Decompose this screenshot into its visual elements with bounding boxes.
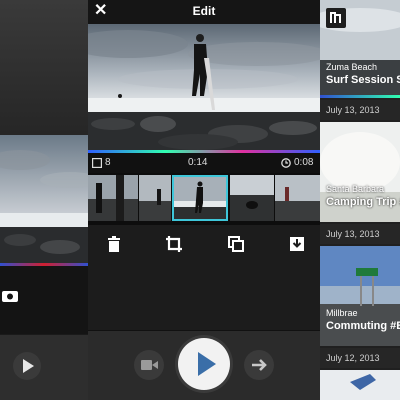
play-icon[interactable] xyxy=(12,351,42,381)
left-preview-image xyxy=(0,135,88,265)
feed-card[interactable] xyxy=(320,370,400,400)
camera-swap-icon[interactable] xyxy=(0,288,22,304)
clip-thumbnail[interactable] xyxy=(88,175,138,221)
card-title: Commuting #B xyxy=(326,320,400,332)
crop-icon[interactable] xyxy=(164,234,184,254)
card-title: Surf Session Su xyxy=(326,74,400,86)
timeline-info-bar: 8 0:14 0:08 xyxy=(88,153,320,173)
left-rocks-area xyxy=(0,266,88,334)
clips-icon xyxy=(92,158,102,168)
feed-card[interactable]: Santa Barbara Camping Trip # xyxy=(320,122,400,222)
date-header: July 13, 2013 xyxy=(320,224,400,244)
download-icon[interactable] xyxy=(287,234,307,254)
clip-thumbnail[interactable] xyxy=(230,175,274,221)
clock-icon xyxy=(281,158,291,168)
card-title: Camping Trip # xyxy=(326,196,400,208)
edit-screen: ✕ Edit 8 0:14 0:08 xyxy=(88,0,320,400)
card-date: July 12, 2013 xyxy=(326,353,380,363)
card-date: July 13, 2013 xyxy=(326,229,380,239)
arrow-right-icon xyxy=(252,359,267,371)
video-preview[interactable] xyxy=(88,24,320,152)
left-controls xyxy=(0,334,88,400)
card-location: Millbrae xyxy=(326,308,358,318)
clip-count: 8 xyxy=(105,157,111,168)
video-camera-icon xyxy=(141,360,158,370)
date-header: July 13, 2013 xyxy=(320,100,400,120)
app-logo-icon[interactable] xyxy=(326,8,346,28)
card-location: Zuma Beach xyxy=(326,62,378,72)
feed-card[interactable]: Zuma Beach Surf Session Su xyxy=(320,0,400,95)
feed-card[interactable]: Millbrae Commuting #B xyxy=(320,246,400,346)
clip-thumbnail-selected[interactable] xyxy=(172,175,228,221)
card-date: July 13, 2013 xyxy=(326,105,380,115)
left-screen xyxy=(0,0,88,400)
current-time: 0:14 xyxy=(188,157,208,168)
clip-duration: 0:08 xyxy=(294,157,314,168)
clip-thumbnail[interactable] xyxy=(275,175,320,221)
clip-thumbnail[interactable] xyxy=(139,175,171,221)
record-button[interactable] xyxy=(134,350,164,380)
left-screen-header xyxy=(0,0,88,135)
date-header: July 12, 2013 xyxy=(320,348,400,368)
clip-timeline[interactable] xyxy=(88,173,320,225)
edit-toolbar xyxy=(88,228,320,260)
trash-icon[interactable] xyxy=(104,234,124,254)
card-color-bar xyxy=(320,95,400,98)
duplicate-icon[interactable] xyxy=(226,234,246,254)
card-location: Santa Barbara xyxy=(326,184,385,194)
page-title: Edit xyxy=(192,4,216,18)
next-button[interactable] xyxy=(244,350,274,380)
play-icon xyxy=(198,352,216,376)
play-button[interactable] xyxy=(178,338,230,390)
feed-screen: Zuma Beach Surf Session Su July 13, 2013… xyxy=(320,0,400,400)
